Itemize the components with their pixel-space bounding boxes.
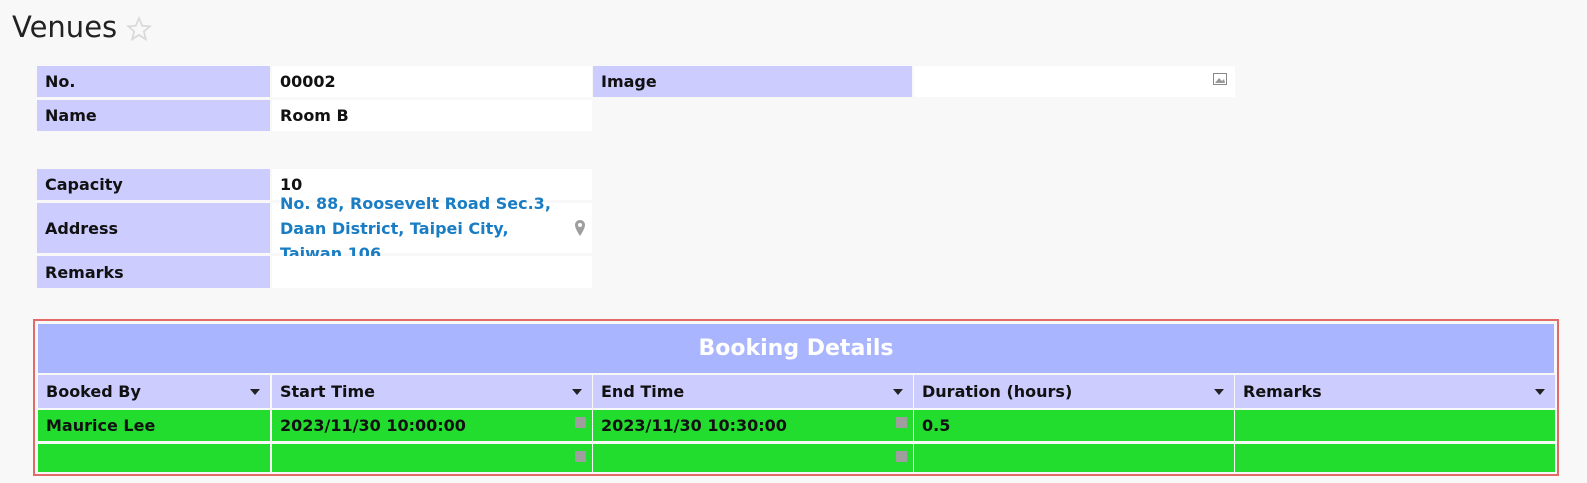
cell-start-time[interactable] <box>272 444 592 472</box>
column-header-remarks[interactable]: Remarks <box>1235 375 1555 408</box>
cell-end-time[interactable]: 2023/11/30 10:30:00 <box>593 410 913 441</box>
remarks-value[interactable] <box>272 256 592 288</box>
image-field[interactable] <box>914 66 1235 97</box>
column-header-duration[interactable]: Duration (hours) <box>914 375 1234 408</box>
cell-value: 2023/11/30 10:30:00 <box>601 416 787 435</box>
column-header-label: Booked By <box>46 382 141 401</box>
no-label: No. <box>37 66 270 97</box>
calendar-icon[interactable] <box>575 417 586 428</box>
cell-booked-by[interactable] <box>38 444 270 472</box>
column-header-end-time[interactable]: End Time <box>593 375 913 408</box>
calendar-icon[interactable] <box>896 417 907 428</box>
dropdown-caret-icon[interactable] <box>572 389 582 395</box>
column-header-label: Remarks <box>1243 382 1322 401</box>
address-link[interactable]: No. 88, Roosevelt Road Sec.3, Daan Distr… <box>280 191 556 266</box>
column-header-start-time[interactable]: Start Time <box>272 375 592 408</box>
star-icon[interactable] <box>126 16 152 42</box>
address-label: Address <box>37 203 270 253</box>
column-header-label: End Time <box>601 382 685 401</box>
dropdown-caret-icon[interactable] <box>1214 389 1224 395</box>
address-value[interactable]: No. 88, Roosevelt Road Sec.3, Daan Distr… <box>272 194 592 263</box>
cell-start-time[interactable]: 2023/11/30 10:00:00 <box>272 410 592 441</box>
dropdown-caret-icon[interactable] <box>893 389 903 395</box>
name-label: Name <box>37 100 270 131</box>
cell-value: 2023/11/30 10:00:00 <box>280 416 466 435</box>
cell-remarks[interactable] <box>1235 444 1555 472</box>
page-title: Venues <box>12 10 118 44</box>
image-label: Image <box>593 66 912 97</box>
name-value[interactable]: Room B <box>272 100 592 131</box>
column-header-label: Start Time <box>280 382 375 401</box>
column-header-booked-by[interactable]: Booked By <box>38 375 270 408</box>
capacity-label: Capacity <box>37 169 270 200</box>
column-header-label: Duration (hours) <box>922 382 1073 401</box>
map-pin-icon[interactable] <box>574 220 586 236</box>
cell-booked-by[interactable]: Maurice Lee <box>38 410 270 441</box>
image-icon[interactable] <box>1213 73 1227 85</box>
calendar-icon[interactable] <box>575 451 586 462</box>
cell-duration[interactable] <box>914 444 1234 472</box>
booking-details-subtable: Booking Details Booked By Start Time End… <box>33 319 1559 476</box>
remarks-label: Remarks <box>37 256 270 288</box>
cell-remarks[interactable] <box>1235 410 1555 441</box>
dropdown-caret-icon[interactable] <box>250 389 260 395</box>
dropdown-caret-icon[interactable] <box>1535 389 1545 395</box>
cell-duration[interactable]: 0.5 <box>914 410 1234 441</box>
subtable-title: Booking Details <box>38 324 1554 373</box>
no-value[interactable]: 00002 <box>272 66 592 97</box>
cell-end-time[interactable] <box>593 444 913 472</box>
calendar-icon[interactable] <box>896 451 907 462</box>
